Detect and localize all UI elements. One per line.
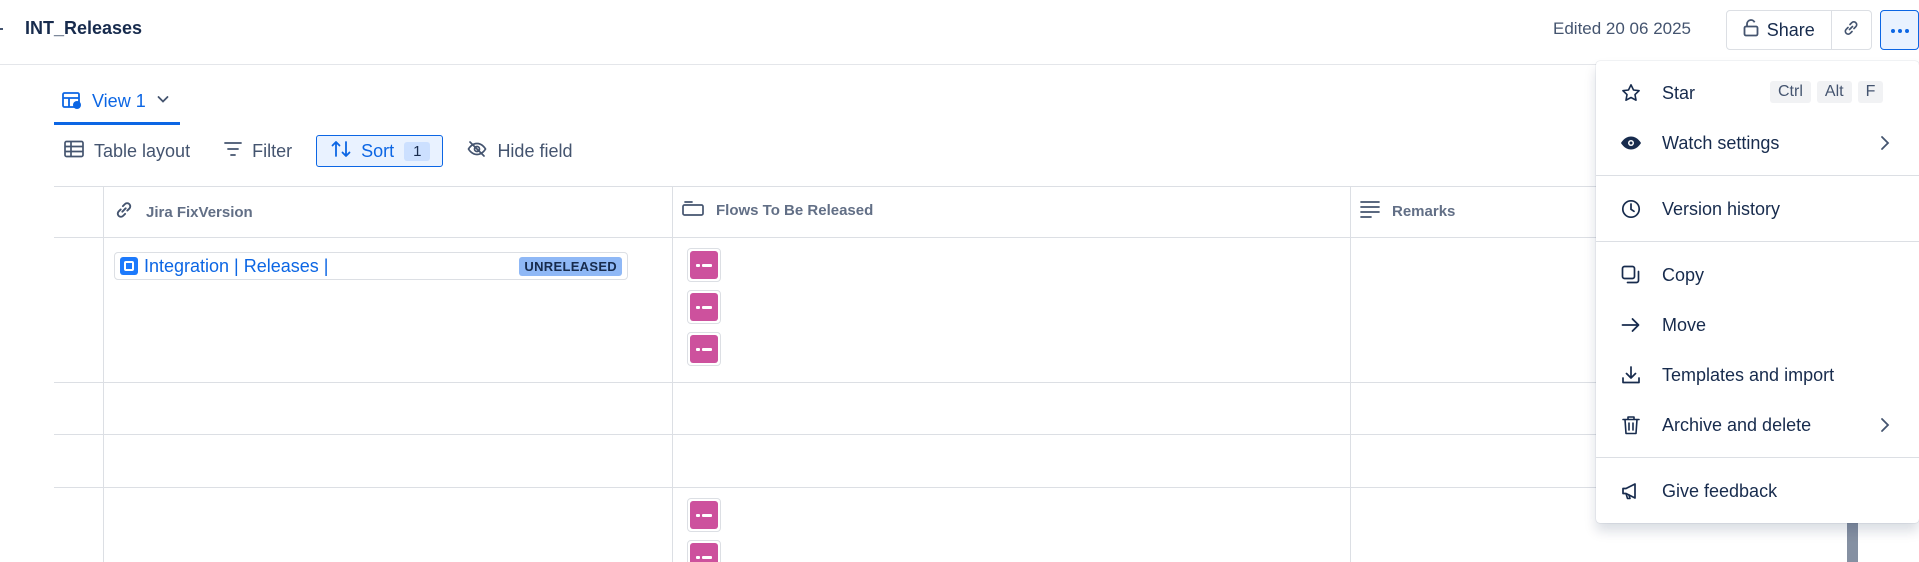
star-icon: [1620, 82, 1642, 104]
menu-item-label: Move: [1662, 314, 1707, 335]
filter-button[interactable]: Filter: [214, 135, 302, 167]
trash-icon: [1620, 414, 1642, 436]
menu-item-label: Give feedback: [1662, 480, 1778, 501]
menu-item-label: Watch settings: [1662, 132, 1780, 153]
table-layout-icon: [64, 140, 84, 163]
column-header-flows-to-be-released[interactable]: Flows To Be Released: [682, 200, 873, 220]
sort-button[interactable]: Sort 1: [316, 135, 444, 167]
flow-chip[interactable]: [687, 248, 721, 282]
shortcut-key: Ctrl: [1770, 81, 1811, 103]
menu-item-archive-and-delete[interactable]: Archive and delete: [1596, 400, 1919, 450]
hide-field-label: Hide field: [497, 140, 573, 161]
column-header-jira-fixversion[interactable]: Jira FixVersion: [114, 200, 253, 224]
flow-icon: [690, 293, 718, 321]
version-square-icon: [120, 257, 138, 275]
fixversion-chip[interactable]: Integration | Releases | UNRELEASED: [114, 252, 628, 280]
page-title: INT_Releases: [25, 18, 143, 38]
filter-label: Filter: [252, 140, 293, 161]
flow-chip[interactable]: [687, 332, 721, 366]
page-header: INT_Releases Edited 20 06 2025 Share: [0, 0, 1919, 65]
column-header-label: Jira FixVersion: [146, 203, 253, 221]
column-header-remarks[interactable]: Remarks: [1360, 200, 1455, 222]
menu-item-label: Templates and import: [1662, 364, 1835, 385]
clock-icon: [1620, 198, 1642, 220]
share-group: Share: [1726, 10, 1872, 50]
arrow-right-icon: [1620, 314, 1642, 336]
flow-icon: [690, 335, 718, 363]
menu-item-label: Star: [1662, 82, 1696, 103]
flow-icon: [690, 543, 718, 562]
hide-field-button[interactable]: Hide field: [457, 135, 582, 167]
copy-link-button[interactable]: [1832, 11, 1871, 49]
flow-chip[interactable]: [687, 290, 721, 324]
flow-icon: [690, 501, 718, 529]
menu-item-version-history[interactable]: Version history: [1596, 184, 1919, 234]
menu-item-watch-settings[interactable]: Watch settings: [1596, 118, 1919, 168]
eye-icon: [1620, 132, 1642, 154]
menu-separator: [1596, 241, 1919, 242]
column-divider: [672, 186, 673, 562]
flow-icon: [690, 251, 718, 279]
tab-label: View 1: [92, 91, 146, 111]
share-button[interactable]: Share: [1727, 11, 1832, 49]
fixversion-link[interactable]: Integration | Releases |: [144, 256, 519, 277]
edited-timestamp[interactable]: Edited 20 06 2025: [1553, 19, 1691, 39]
shortcut-key: Alt: [1816, 81, 1852, 103]
sort-count-badge: 1: [404, 141, 431, 161]
eye-off-icon: [467, 140, 487, 163]
more-actions-menu: Star Ctrl Alt F Watch settings Version h…: [1596, 61, 1919, 523]
status-badge: UNRELEASED: [519, 256, 622, 276]
chevron-right-icon: [1879, 417, 1891, 438]
download-icon: [1620, 364, 1642, 386]
vertical-scrollbar[interactable]: [1847, 520, 1858, 562]
unlock-icon: [1743, 18, 1759, 42]
column-divider: [1350, 186, 1351, 562]
chevron-right-icon: [1879, 135, 1891, 156]
menu-separator: [1596, 457, 1919, 458]
table-view-icon: [62, 82, 82, 115]
menu-item-templates-and-import[interactable]: Templates and import: [1596, 350, 1919, 400]
filter-icon: [224, 141, 242, 162]
table-layout-label: Table layout: [94, 140, 191, 161]
table-layout-button[interactable]: Table layout: [54, 135, 200, 167]
menu-item-label: Archive and delete: [1662, 414, 1812, 435]
megaphone-icon: [1620, 480, 1642, 502]
menu-item-copy[interactable]: Copy: [1596, 250, 1919, 300]
copy-icon: [1620, 264, 1642, 286]
flow-field-icon: [682, 200, 704, 220]
column-header-label: Flows To Be Released: [716, 201, 874, 219]
menu-item-star[interactable]: Star Ctrl Alt F: [1596, 68, 1919, 118]
shortcut-key: F: [1857, 81, 1884, 103]
chevron-down-icon[interactable]: [156, 82, 170, 111]
tab-view-1[interactable]: View 1: [54, 82, 180, 125]
menu-separator: [1596, 175, 1919, 176]
keyboard-shortcut: Ctrl Alt F: [1770, 81, 1884, 103]
more-actions-button[interactable]: [1880, 10, 1919, 50]
link-icon: [114, 200, 134, 224]
menu-item-give-feedback[interactable]: Give feedback: [1596, 466, 1919, 516]
sort-label: Sort: [361, 140, 395, 161]
sort-arrows-icon: [331, 140, 351, 163]
share-label: Share: [1766, 19, 1815, 40]
view-toolbar: Table layout Filter Sort 1 Hide field: [54, 134, 596, 168]
column-header-label: Remarks: [1392, 202, 1456, 220]
flow-chip[interactable]: [687, 498, 721, 532]
column-divider: [103, 186, 104, 562]
link-icon: [1842, 19, 1860, 42]
text-lines-icon: [1360, 200, 1380, 222]
menu-item-move[interactable]: Move: [1596, 300, 1919, 350]
menu-item-label: Version history: [1662, 198, 1781, 219]
menu-item-label: Copy: [1662, 264, 1705, 285]
flow-chip[interactable]: [687, 540, 721, 562]
collapse-handle[interactable]: [0, 28, 3, 30]
more-dots-icon: [1890, 21, 1910, 39]
